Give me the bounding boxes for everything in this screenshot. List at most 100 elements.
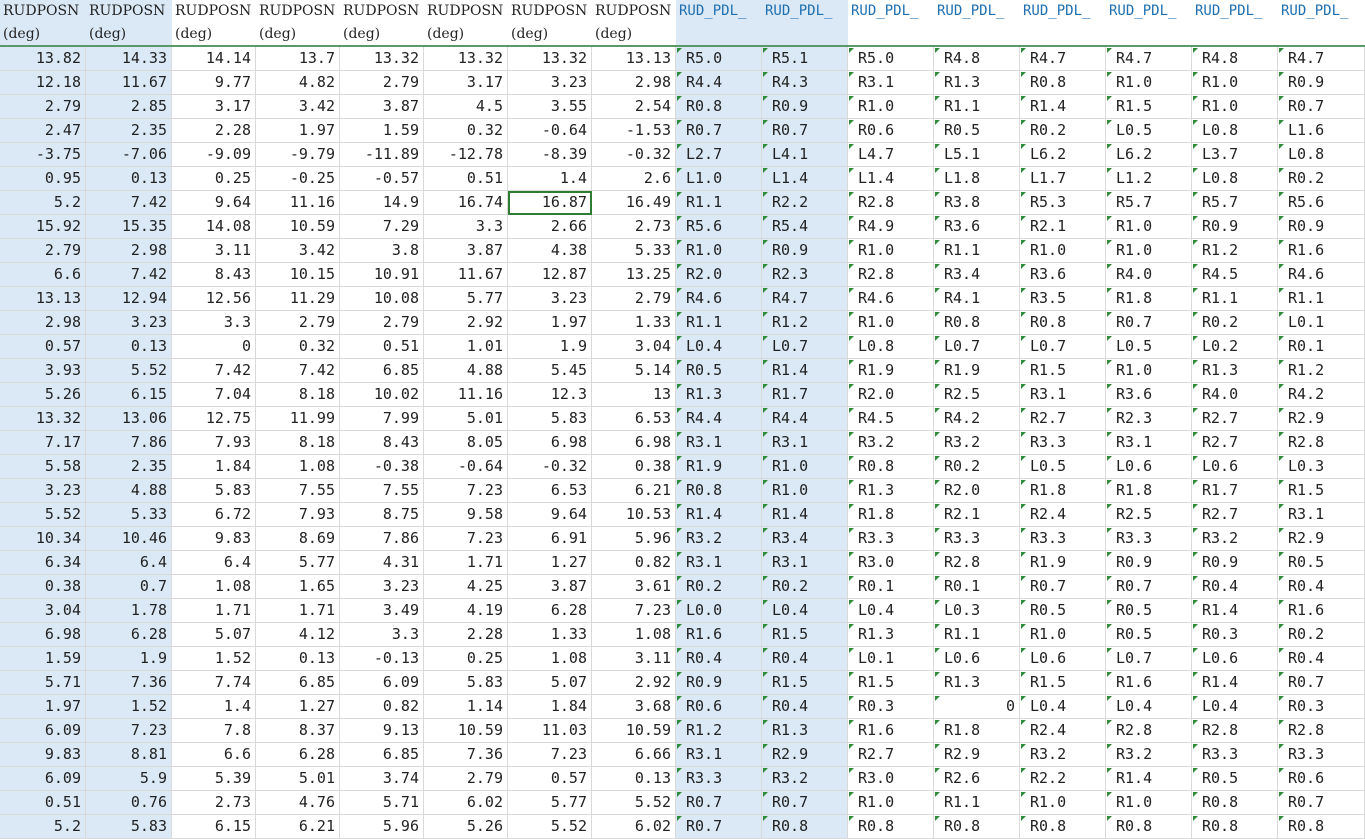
table-cell[interactable]: 9.64 (508, 503, 592, 527)
table-cell[interactable]: R1.0 (1020, 239, 1106, 263)
table-cell[interactable]: 0.38 (0, 575, 86, 599)
table-cell[interactable]: R4.2 (1278, 383, 1365, 407)
table-cell[interactable]: 1.52 (172, 647, 256, 671)
table-cell[interactable]: R5.3 (1020, 191, 1106, 215)
table-cell[interactable]: 11.29 (256, 287, 340, 311)
table-cell[interactable]: 6.85 (340, 743, 424, 767)
table-cell[interactable]: 8.37 (256, 719, 340, 743)
table-cell[interactable]: R0.8 (1020, 71, 1106, 95)
table-cell[interactable]: R1.0 (1192, 95, 1278, 119)
table-cell[interactable]: 3.3 (172, 311, 256, 335)
table-cell[interactable]: R0.5 (1106, 599, 1192, 623)
table-cell[interactable]: R1.0 (848, 311, 934, 335)
table-cell[interactable]: 13.25 (592, 263, 676, 287)
table-cell[interactable]: 8.75 (340, 503, 424, 527)
column-unit[interactable]: (deg) (508, 23, 592, 46)
table-cell[interactable]: L0.5 (1106, 335, 1192, 359)
table-cell[interactable]: 1.33 (592, 311, 676, 335)
table-cell[interactable]: R0.4 (762, 647, 848, 671)
table-cell[interactable]: R4.6 (1278, 263, 1365, 287)
table-cell[interactable]: R1.0 (762, 479, 848, 503)
table-cell[interactable]: R1.1 (934, 95, 1020, 119)
table-cell[interactable]: R5.6 (676, 215, 762, 239)
table-cell[interactable]: R0.7 (1278, 671, 1365, 695)
table-cell[interactable]: 10.59 (592, 719, 676, 743)
column-unit[interactable]: (deg) (172, 23, 256, 46)
table-cell[interactable]: R2.0 (848, 383, 934, 407)
table-cell[interactable]: 2.79 (0, 239, 86, 263)
table-cell[interactable]: 3.23 (0, 479, 86, 503)
table-cell[interactable]: 7.74 (172, 671, 256, 695)
table-cell[interactable]: 4.38 (508, 239, 592, 263)
table-cell[interactable]: R2.8 (848, 191, 934, 215)
table-cell[interactable]: R1.8 (934, 719, 1020, 743)
table-cell[interactable]: 3.17 (172, 95, 256, 119)
table-cell[interactable]: R3.1 (1106, 431, 1192, 455)
table-cell[interactable]: 12.75 (172, 407, 256, 431)
table-cell[interactable]: L1.2 (1106, 167, 1192, 191)
table-cell[interactable]: 10.53 (592, 503, 676, 527)
table-cell[interactable]: R4.7 (1278, 47, 1365, 71)
table-cell[interactable]: 1.97 (508, 311, 592, 335)
column-header[interactable]: RUDPOSN (256, 0, 340, 23)
table-cell[interactable]: 6.21 (592, 479, 676, 503)
table-cell[interactable]: 6.85 (256, 671, 340, 695)
table-cell[interactable]: 2.28 (424, 623, 508, 647)
table-cell[interactable]: -0.32 (508, 455, 592, 479)
table-cell[interactable]: R2.2 (1020, 767, 1106, 791)
table-cell[interactable]: R0.5 (934, 119, 1020, 143)
table-cell[interactable]: R0.8 (676, 95, 762, 119)
table-cell[interactable]: R0.4 (1278, 575, 1365, 599)
table-cell[interactable]: 6.09 (0, 767, 86, 791)
table-cell[interactable]: 3.61 (592, 575, 676, 599)
table-cell[interactable]: R4.6 (848, 287, 934, 311)
table-cell[interactable]: 5.83 (86, 815, 172, 839)
table-cell[interactable]: 2.28 (172, 119, 256, 143)
table-cell[interactable]: R4.2 (934, 407, 1020, 431)
table-cell[interactable]: 7.99 (340, 407, 424, 431)
table-cell[interactable]: R0.4 (762, 695, 848, 719)
table-cell[interactable]: 5.96 (592, 527, 676, 551)
table-cell[interactable]: 5.2 (0, 191, 86, 215)
table-cell[interactable]: R0.2 (1278, 623, 1365, 647)
table-cell[interactable]: 5.07 (172, 623, 256, 647)
column-header[interactable]: RUDPOSN (424, 0, 508, 23)
column-unit[interactable] (762, 23, 848, 46)
table-cell[interactable]: 5.33 (592, 239, 676, 263)
table-cell[interactable]: R2.3 (762, 263, 848, 287)
table-cell[interactable]: 13.82 (0, 47, 86, 71)
table-cell[interactable]: 0.51 (0, 791, 86, 815)
table-cell[interactable]: 16.49 (592, 191, 676, 215)
table-cell[interactable]: 3.87 (340, 95, 424, 119)
table-cell[interactable]: 1.4 (172, 695, 256, 719)
table-cell[interactable]: R1.3 (762, 719, 848, 743)
table-cell[interactable]: R1.5 (1278, 479, 1365, 503)
table-cell[interactable]: R2.0 (934, 479, 1020, 503)
table-cell[interactable]: 15.92 (0, 215, 86, 239)
table-cell[interactable]: R4.5 (848, 407, 934, 431)
table-cell[interactable]: R0.7 (1278, 95, 1365, 119)
table-cell[interactable]: L0.4 (762, 599, 848, 623)
table-cell[interactable]: R0.6 (848, 119, 934, 143)
table-cell[interactable]: R1.0 (1106, 215, 1192, 239)
table-cell[interactable]: 1.71 (256, 599, 340, 623)
table-cell[interactable]: L1.4 (762, 167, 848, 191)
table-cell[interactable]: 11.99 (256, 407, 340, 431)
table-cell[interactable]: 7.8 (172, 719, 256, 743)
table-cell[interactable]: 6.28 (86, 623, 172, 647)
table-cell[interactable]: L0.8 (1192, 119, 1278, 143)
table-cell[interactable]: R1.4 (1020, 95, 1106, 119)
table-cell[interactable]: 14.14 (172, 47, 256, 71)
table-cell[interactable]: 7.36 (424, 743, 508, 767)
table-cell[interactable]: R3.3 (848, 527, 934, 551)
table-cell[interactable]: R3.4 (762, 527, 848, 551)
table-cell[interactable]: 5.71 (340, 791, 424, 815)
table-cell[interactable]: 5.39 (172, 767, 256, 791)
table-cell[interactable]: R1.6 (1278, 239, 1365, 263)
table-cell[interactable]: R3.2 (676, 527, 762, 551)
table-cell[interactable]: R2.8 (934, 551, 1020, 575)
table-cell[interactable]: R1.5 (1020, 671, 1106, 695)
table-cell[interactable]: 1.4 (508, 167, 592, 191)
table-cell[interactable]: R2.1 (934, 503, 1020, 527)
table-cell[interactable]: R1.2 (1278, 359, 1365, 383)
